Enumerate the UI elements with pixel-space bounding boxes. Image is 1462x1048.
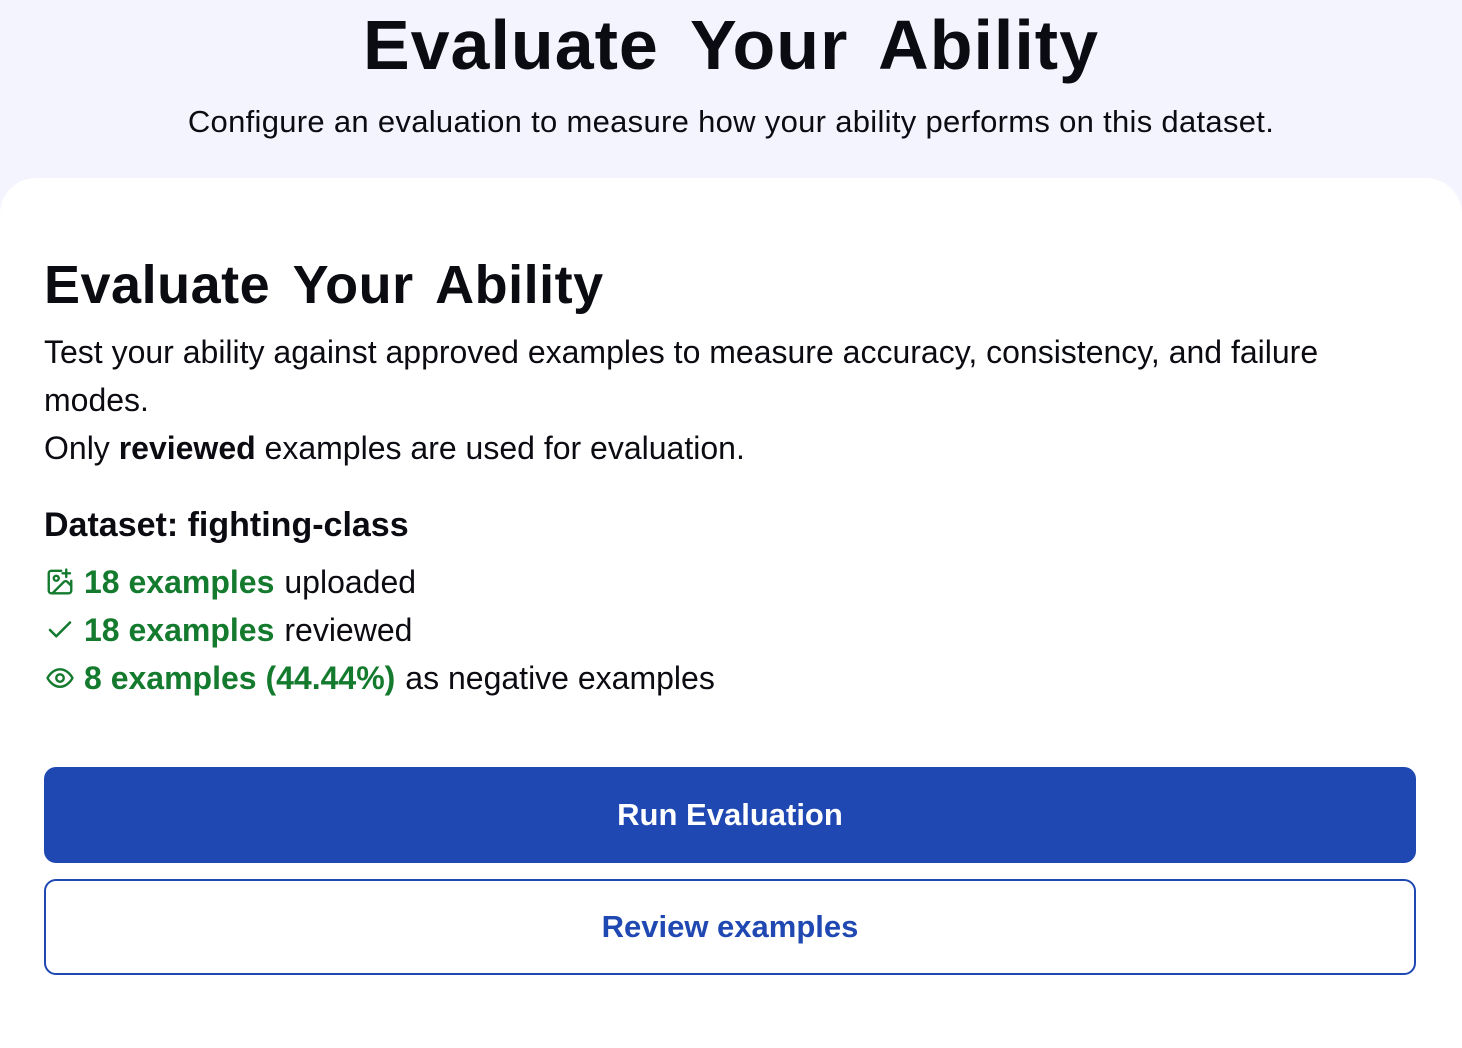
page-subtitle: Configure an evaluation to measure how y… xyxy=(187,104,1275,139)
dataset-heading: Dataset: fighting-class xyxy=(44,506,409,544)
stat-negative: 8 examples (44.44%) as negative examples xyxy=(44,654,715,702)
stat-uploaded: 18 examples uploaded xyxy=(44,558,715,606)
review-examples-button[interactable]: Review examples xyxy=(44,879,1416,975)
description-suffix-text: examples are used for evaluation. xyxy=(255,430,745,466)
description-only-text: Only xyxy=(44,430,119,466)
evaluation-card: Evaluate Your Ability Test your ability … xyxy=(0,178,1462,1048)
description-reviewed-bold: reviewed xyxy=(118,430,256,466)
check-icon xyxy=(44,614,76,646)
stat-reviewed-count: 18 examples xyxy=(84,611,275,648)
dataset-stats-list: 18 examples uploaded 18 examples reviewe… xyxy=(44,558,715,702)
stat-reviewed: 18 examples reviewed xyxy=(44,606,715,654)
stat-negative-label: as negative examples xyxy=(405,659,715,696)
description-text: Test your ability against approved examp… xyxy=(44,334,1319,418)
eye-icon xyxy=(44,662,76,694)
run-evaluation-button[interactable]: Run Evaluation xyxy=(44,767,1416,863)
stat-negative-count: 8 examples (44.44%) xyxy=(84,659,396,696)
image-plus-icon xyxy=(44,566,76,598)
stat-uploaded-label: uploaded xyxy=(284,563,417,600)
page-header: Evaluate Your Ability Configure an evalu… xyxy=(0,0,1462,180)
stat-uploaded-count: 18 examples xyxy=(84,563,275,600)
card-title: Evaluate Your Ability xyxy=(44,255,604,315)
stat-reviewed-label: reviewed xyxy=(284,611,413,648)
card-description: Test your ability against approved examp… xyxy=(44,328,1424,472)
page-title: Evaluate Your Ability xyxy=(362,6,1100,84)
